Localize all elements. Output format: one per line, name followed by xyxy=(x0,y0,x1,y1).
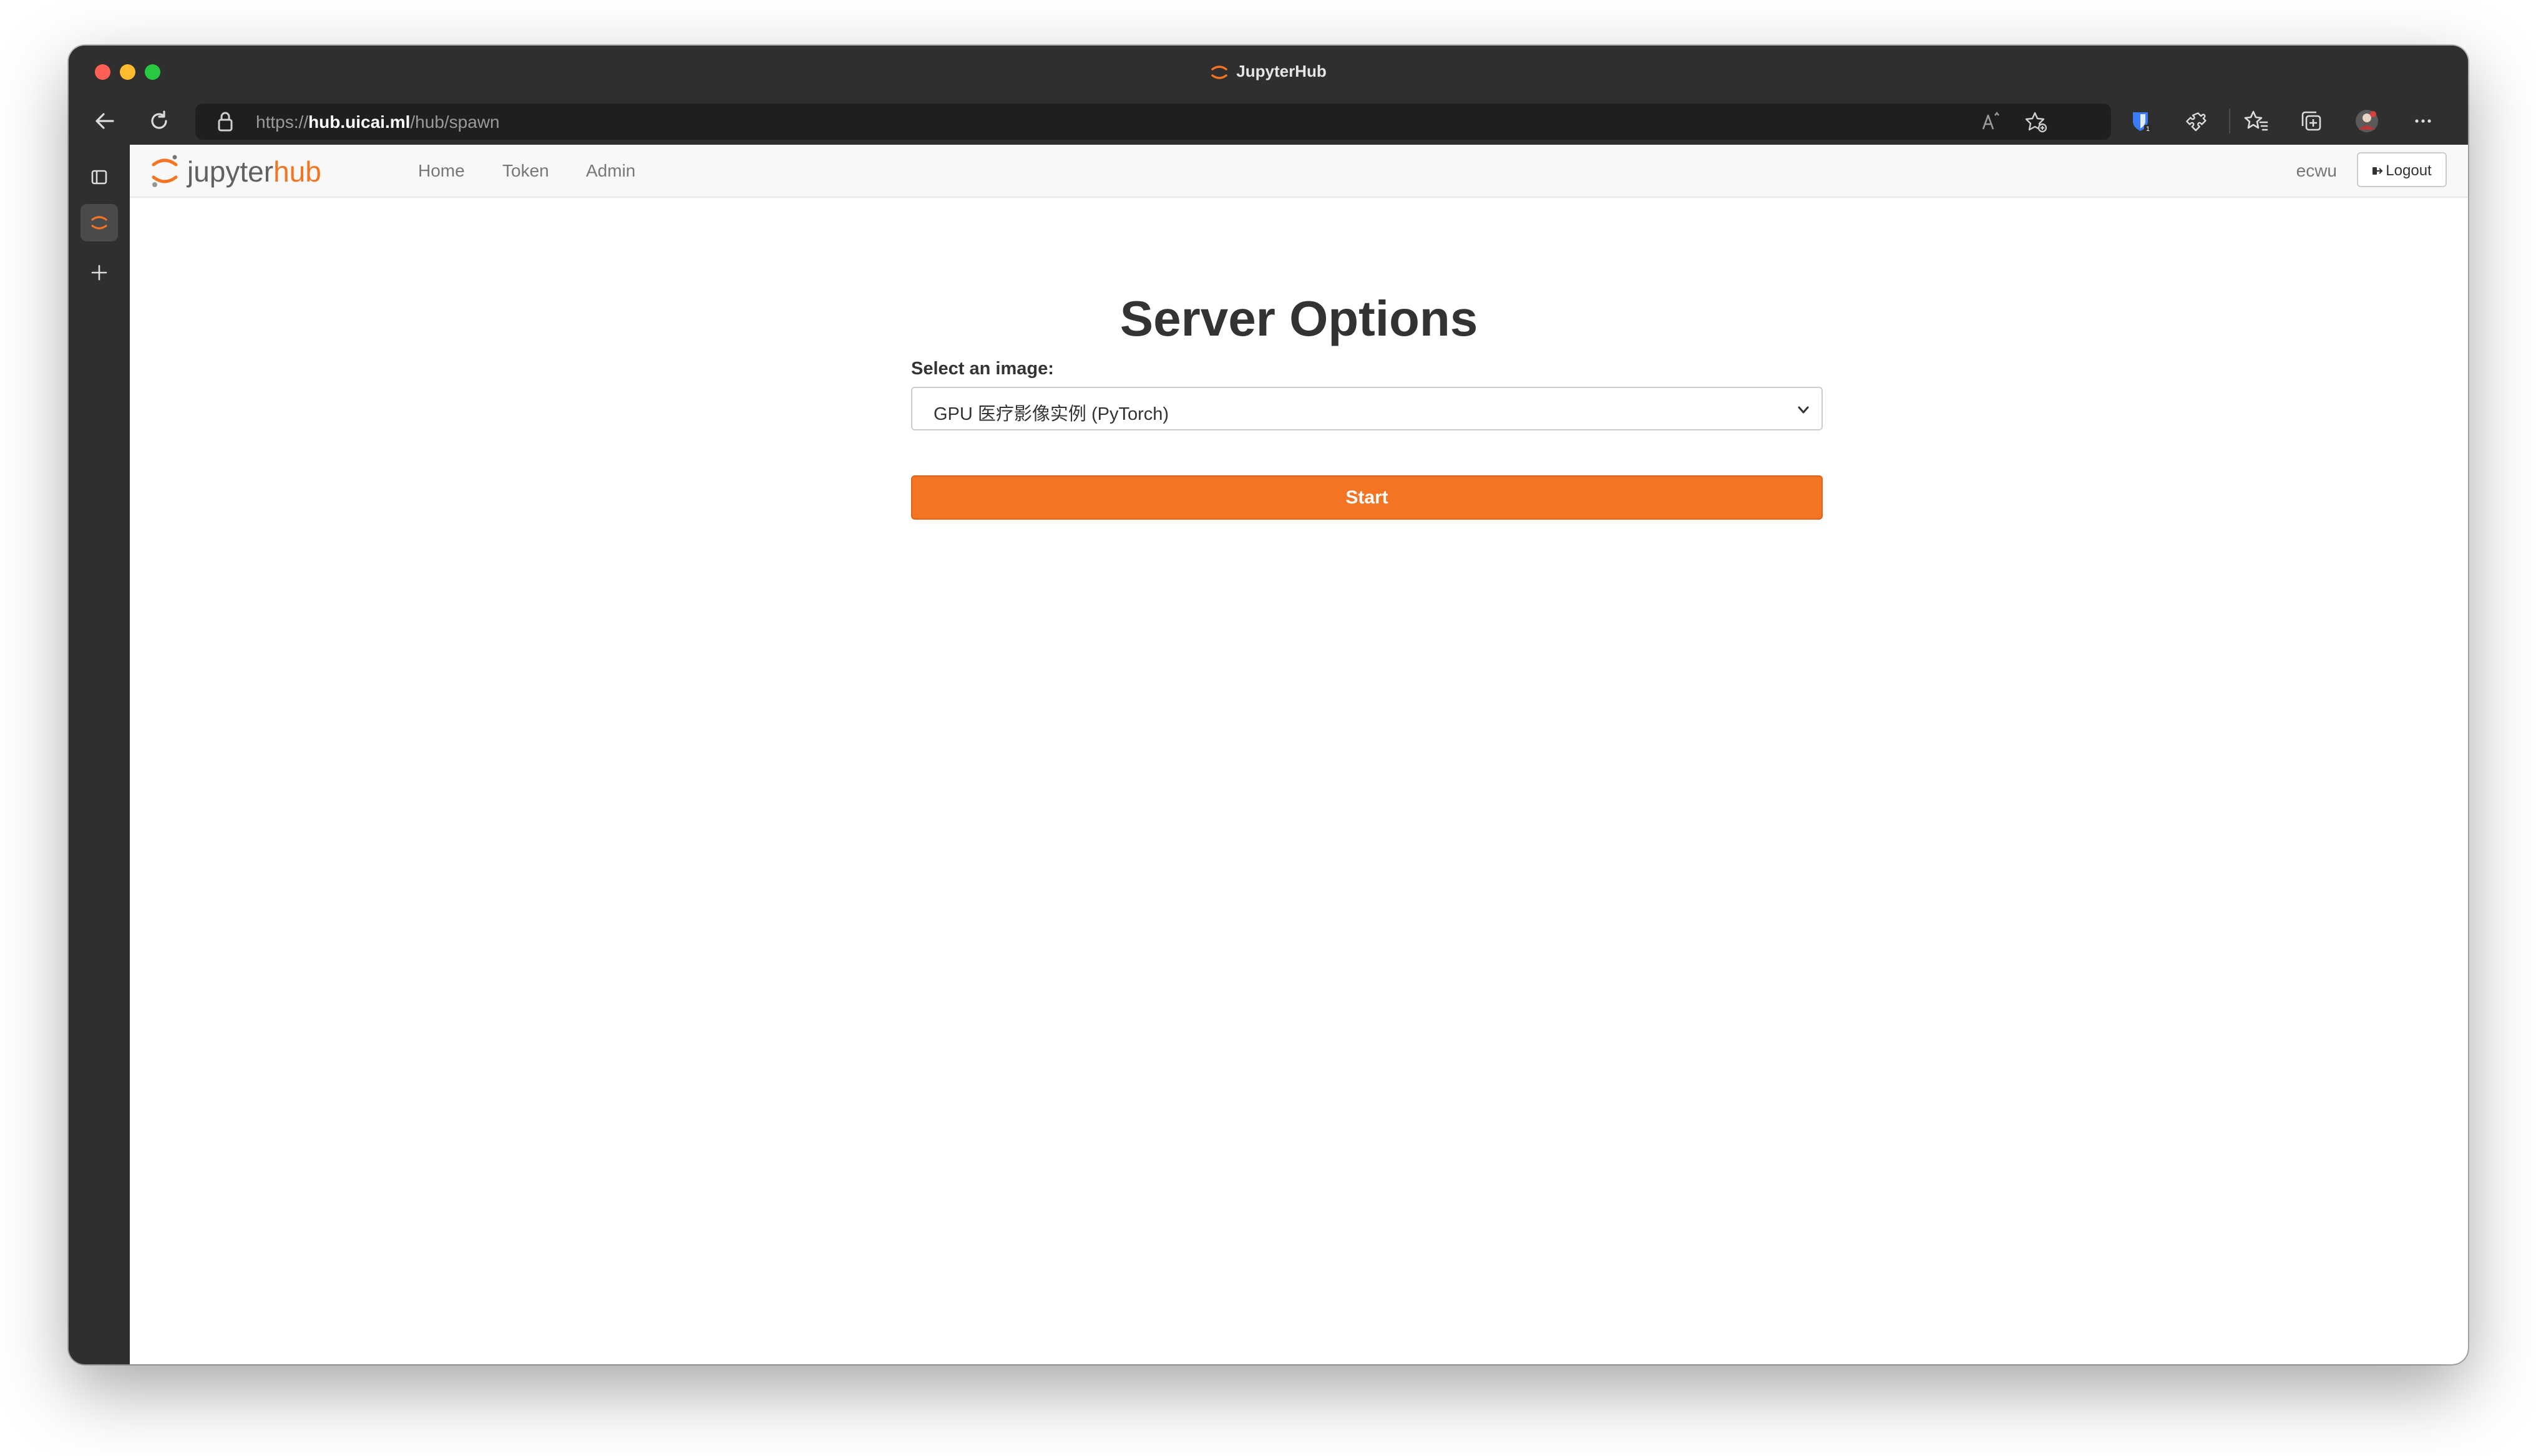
jupyterhub-navbar: jupyterhub Home Token Admin ecwu Logout xyxy=(130,145,2468,198)
username: ecwu xyxy=(2296,161,2337,180)
page-content: jupyterhub Home Token Admin ecwu Logout … xyxy=(130,145,2468,1364)
image-select[interactable]: GPU 医疗影像实例 (PyTorch) xyxy=(911,387,1823,430)
toolbar-divider xyxy=(2229,109,2230,133)
address-bar[interactable]: https://hub.uicai.ml/hub/spawn xyxy=(195,104,2111,140)
nav-home-link[interactable]: Home xyxy=(418,161,465,181)
jupyter-tab-icon xyxy=(1211,66,1228,79)
url-path: /hub/spawn xyxy=(410,112,500,132)
svg-text:1: 1 xyxy=(2146,125,2150,133)
url-text: https://hub.uicai.ml/hub/spawn xyxy=(256,112,500,132)
logout-icon xyxy=(2373,167,2383,175)
jupyter-logo-icon xyxy=(152,155,178,187)
profile-avatar[interactable] xyxy=(2354,109,2379,133)
title-bar: JupyterHub xyxy=(69,46,2468,97)
logout-label: Logout xyxy=(2386,162,2432,179)
start-button[interactable]: Start xyxy=(911,475,1823,520)
bitwarden-icon[interactable]: 1 xyxy=(2128,109,2153,133)
logout-button[interactable]: Logout xyxy=(2357,152,2447,187)
lock-icon xyxy=(218,112,233,132)
url-scheme: https:// xyxy=(256,112,309,132)
vertical-tabs-sidebar xyxy=(69,145,130,1364)
read-aloud-icon[interactable] xyxy=(1980,110,2002,133)
tab-title-text: JupyterHub xyxy=(1236,62,1327,80)
image-select-value: GPU 医疗影像实例 (PyTorch) xyxy=(934,404,1169,424)
logo-jupyter-text: jupyter xyxy=(187,155,274,188)
tab-sidebar-icon[interactable] xyxy=(80,158,118,196)
chevron-down-icon xyxy=(1798,406,1809,414)
jupyter-tab-icon[interactable] xyxy=(80,204,118,241)
more-icon[interactable] xyxy=(2411,109,2436,133)
browser-toolbar: https://hub.uicai.ml/hub/spawn 1 xyxy=(69,97,2468,145)
logo-hub-text: hub xyxy=(273,155,321,188)
browser-window: JupyterHub https://hub.uicai.ml/hub/spaw… xyxy=(69,46,2468,1364)
add-favorite-icon[interactable] xyxy=(2025,110,2047,133)
nav-token-link[interactable]: Token xyxy=(502,161,549,181)
image-select-label: Select an image: xyxy=(911,359,1054,379)
new-tab-icon[interactable] xyxy=(80,254,118,291)
browser-tab-title: JupyterHub xyxy=(69,62,2468,82)
url-host: hub.uicai.ml xyxy=(308,112,411,132)
page-title: Server Options xyxy=(1119,291,1478,346)
logo-wordmark: jupyterhub xyxy=(187,155,321,188)
favorites-icon[interactable] xyxy=(2244,109,2269,133)
back-arrow-icon[interactable] xyxy=(92,109,117,133)
collections-icon[interactable] xyxy=(2299,109,2324,133)
reload-icon[interactable] xyxy=(147,109,172,133)
nav-admin-link[interactable]: Admin xyxy=(586,161,635,181)
extensions-icon[interactable] xyxy=(2184,109,2209,133)
